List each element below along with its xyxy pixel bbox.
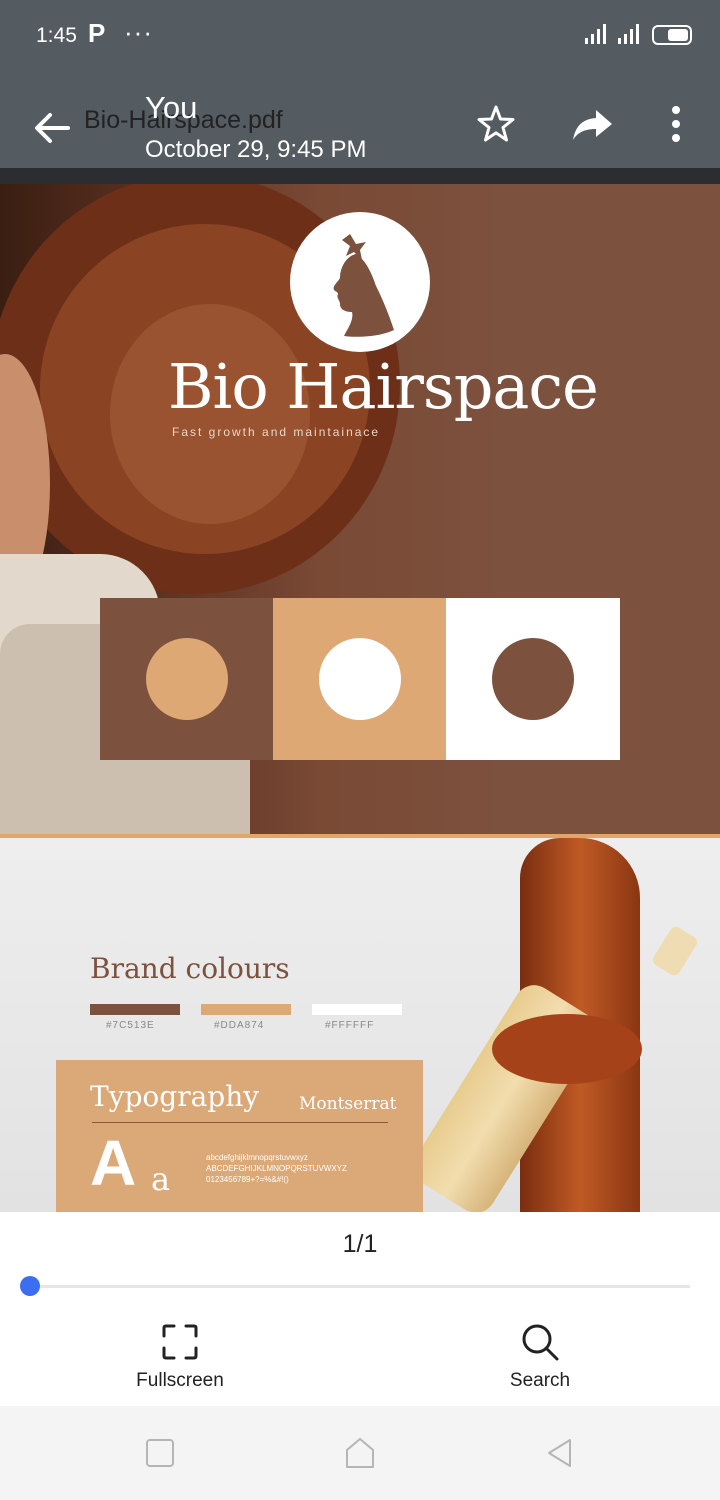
character-set: abcdefghijklmnopqrstuvwxyz ABCDEFGHIJKLM…: [206, 1153, 347, 1184]
colour-hex-label: #7C513E: [106, 1020, 155, 1031]
search-label: Search: [509, 1370, 571, 1391]
colour-bar-tan: [201, 1004, 291, 1015]
page-slider-thumb[interactable]: [20, 1276, 40, 1296]
signal-icon: [585, 24, 606, 44]
brand-banner: Bio Hairspace Fast growth and maintainac…: [0, 184, 720, 834]
colour-hex-label: #FFFFFF: [325, 1020, 375, 1031]
more-vert-icon[interactable]: [654, 102, 698, 146]
status-bar: 1:45 P ···: [0, 0, 720, 72]
logo-variant-tan: [273, 598, 447, 760]
battery-icon: [652, 25, 692, 45]
specimen-big-letter: A: [90, 1127, 137, 1199]
back-arrow-icon[interactable]: [26, 102, 78, 154]
logo-variant-brown: [100, 598, 274, 760]
specimen-small-letter: a: [151, 1160, 171, 1198]
typography-title: Typography: [90, 1080, 260, 1113]
brand-tagline: Fast growth and maintainace: [172, 425, 381, 439]
hair-wrap-image: [492, 1014, 642, 1084]
back-triangle-icon[interactable]: [543, 1436, 577, 1470]
more-notifications-icon: ···: [124, 17, 153, 47]
star-icon[interactable]: [474, 102, 518, 146]
pdf-page[interactable]: Bio Hairspace Fast growth and maintainac…: [0, 184, 720, 1212]
sender-name: You: [145, 90, 198, 125]
fullscreen-button[interactable]: Fullscreen: [110, 1322, 250, 1392]
app-notification-icon: P: [88, 18, 106, 48]
logo-variant-white: [446, 598, 620, 760]
sent-date: October 29, 9:45 PM: [145, 136, 367, 163]
page-indicator: 1/1: [342, 1230, 378, 1258]
clock: 1:45: [36, 24, 77, 47]
search-button[interactable]: Search: [470, 1322, 610, 1392]
divider: [0, 168, 720, 184]
recents-square-icon[interactable]: [143, 1436, 177, 1470]
home-icon[interactable]: [343, 1436, 377, 1470]
brand-logo: [290, 212, 430, 352]
colour-bar-brown: [90, 1004, 180, 1015]
fullscreen-icon: [162, 1324, 198, 1360]
brand-colours-title: Brand colours: [90, 952, 290, 985]
font-name: Montserrat: [299, 1094, 397, 1114]
page-slider-track[interactable]: [30, 1285, 690, 1288]
colour-hex-label: #DDA874: [214, 1020, 265, 1031]
fullscreen-label: Fullscreen: [136, 1370, 224, 1391]
search-icon: [522, 1324, 559, 1361]
viewer-controls: 1/1 Fullscreen Search: [0, 1212, 720, 1406]
typography-divider: [92, 1122, 388, 1123]
system-nav-bar: [0, 1406, 720, 1500]
typography-card: Typography Montserrat A a abcdefghijklmn…: [56, 1060, 423, 1212]
colour-bar-white: [312, 1004, 402, 1015]
brand-name: Bio Hairspace: [168, 350, 599, 423]
share-icon[interactable]: [570, 102, 614, 146]
viewer-header: Bio-Hairspace.pdf You October 29, 9:45 P…: [0, 72, 720, 168]
signal-icon: [618, 24, 639, 44]
